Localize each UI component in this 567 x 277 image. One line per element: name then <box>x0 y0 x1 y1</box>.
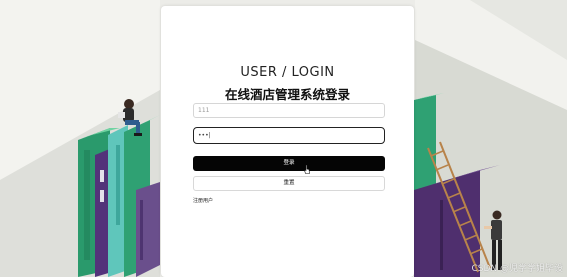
reset-button[interactable]: 重置 <box>193 176 385 191</box>
watermark: CSDN @児学学姐毕设 <box>471 264 563 274</box>
username-input[interactable] <box>193 103 385 118</box>
login-page: USER / LOGIN 在线酒店管理系统登录 登录 重置 注册用户 CSDN … <box>0 0 567 277</box>
login-button[interactable]: 登录 <box>193 156 385 171</box>
password-input[interactable] <box>193 127 385 144</box>
login-title-cn: 在线酒店管理系统登录 <box>224 87 350 102</box>
login-title-en: USER / LOGIN <box>240 65 335 80</box>
register-link[interactable]: 注册用户 <box>193 197 213 204</box>
left-book-stack <box>78 115 160 277</box>
login-card: USER / LOGIN 在线酒店管理系统登录 登录 重置 注册用户 <box>161 6 414 277</box>
hand-cursor-icon <box>304 165 310 174</box>
